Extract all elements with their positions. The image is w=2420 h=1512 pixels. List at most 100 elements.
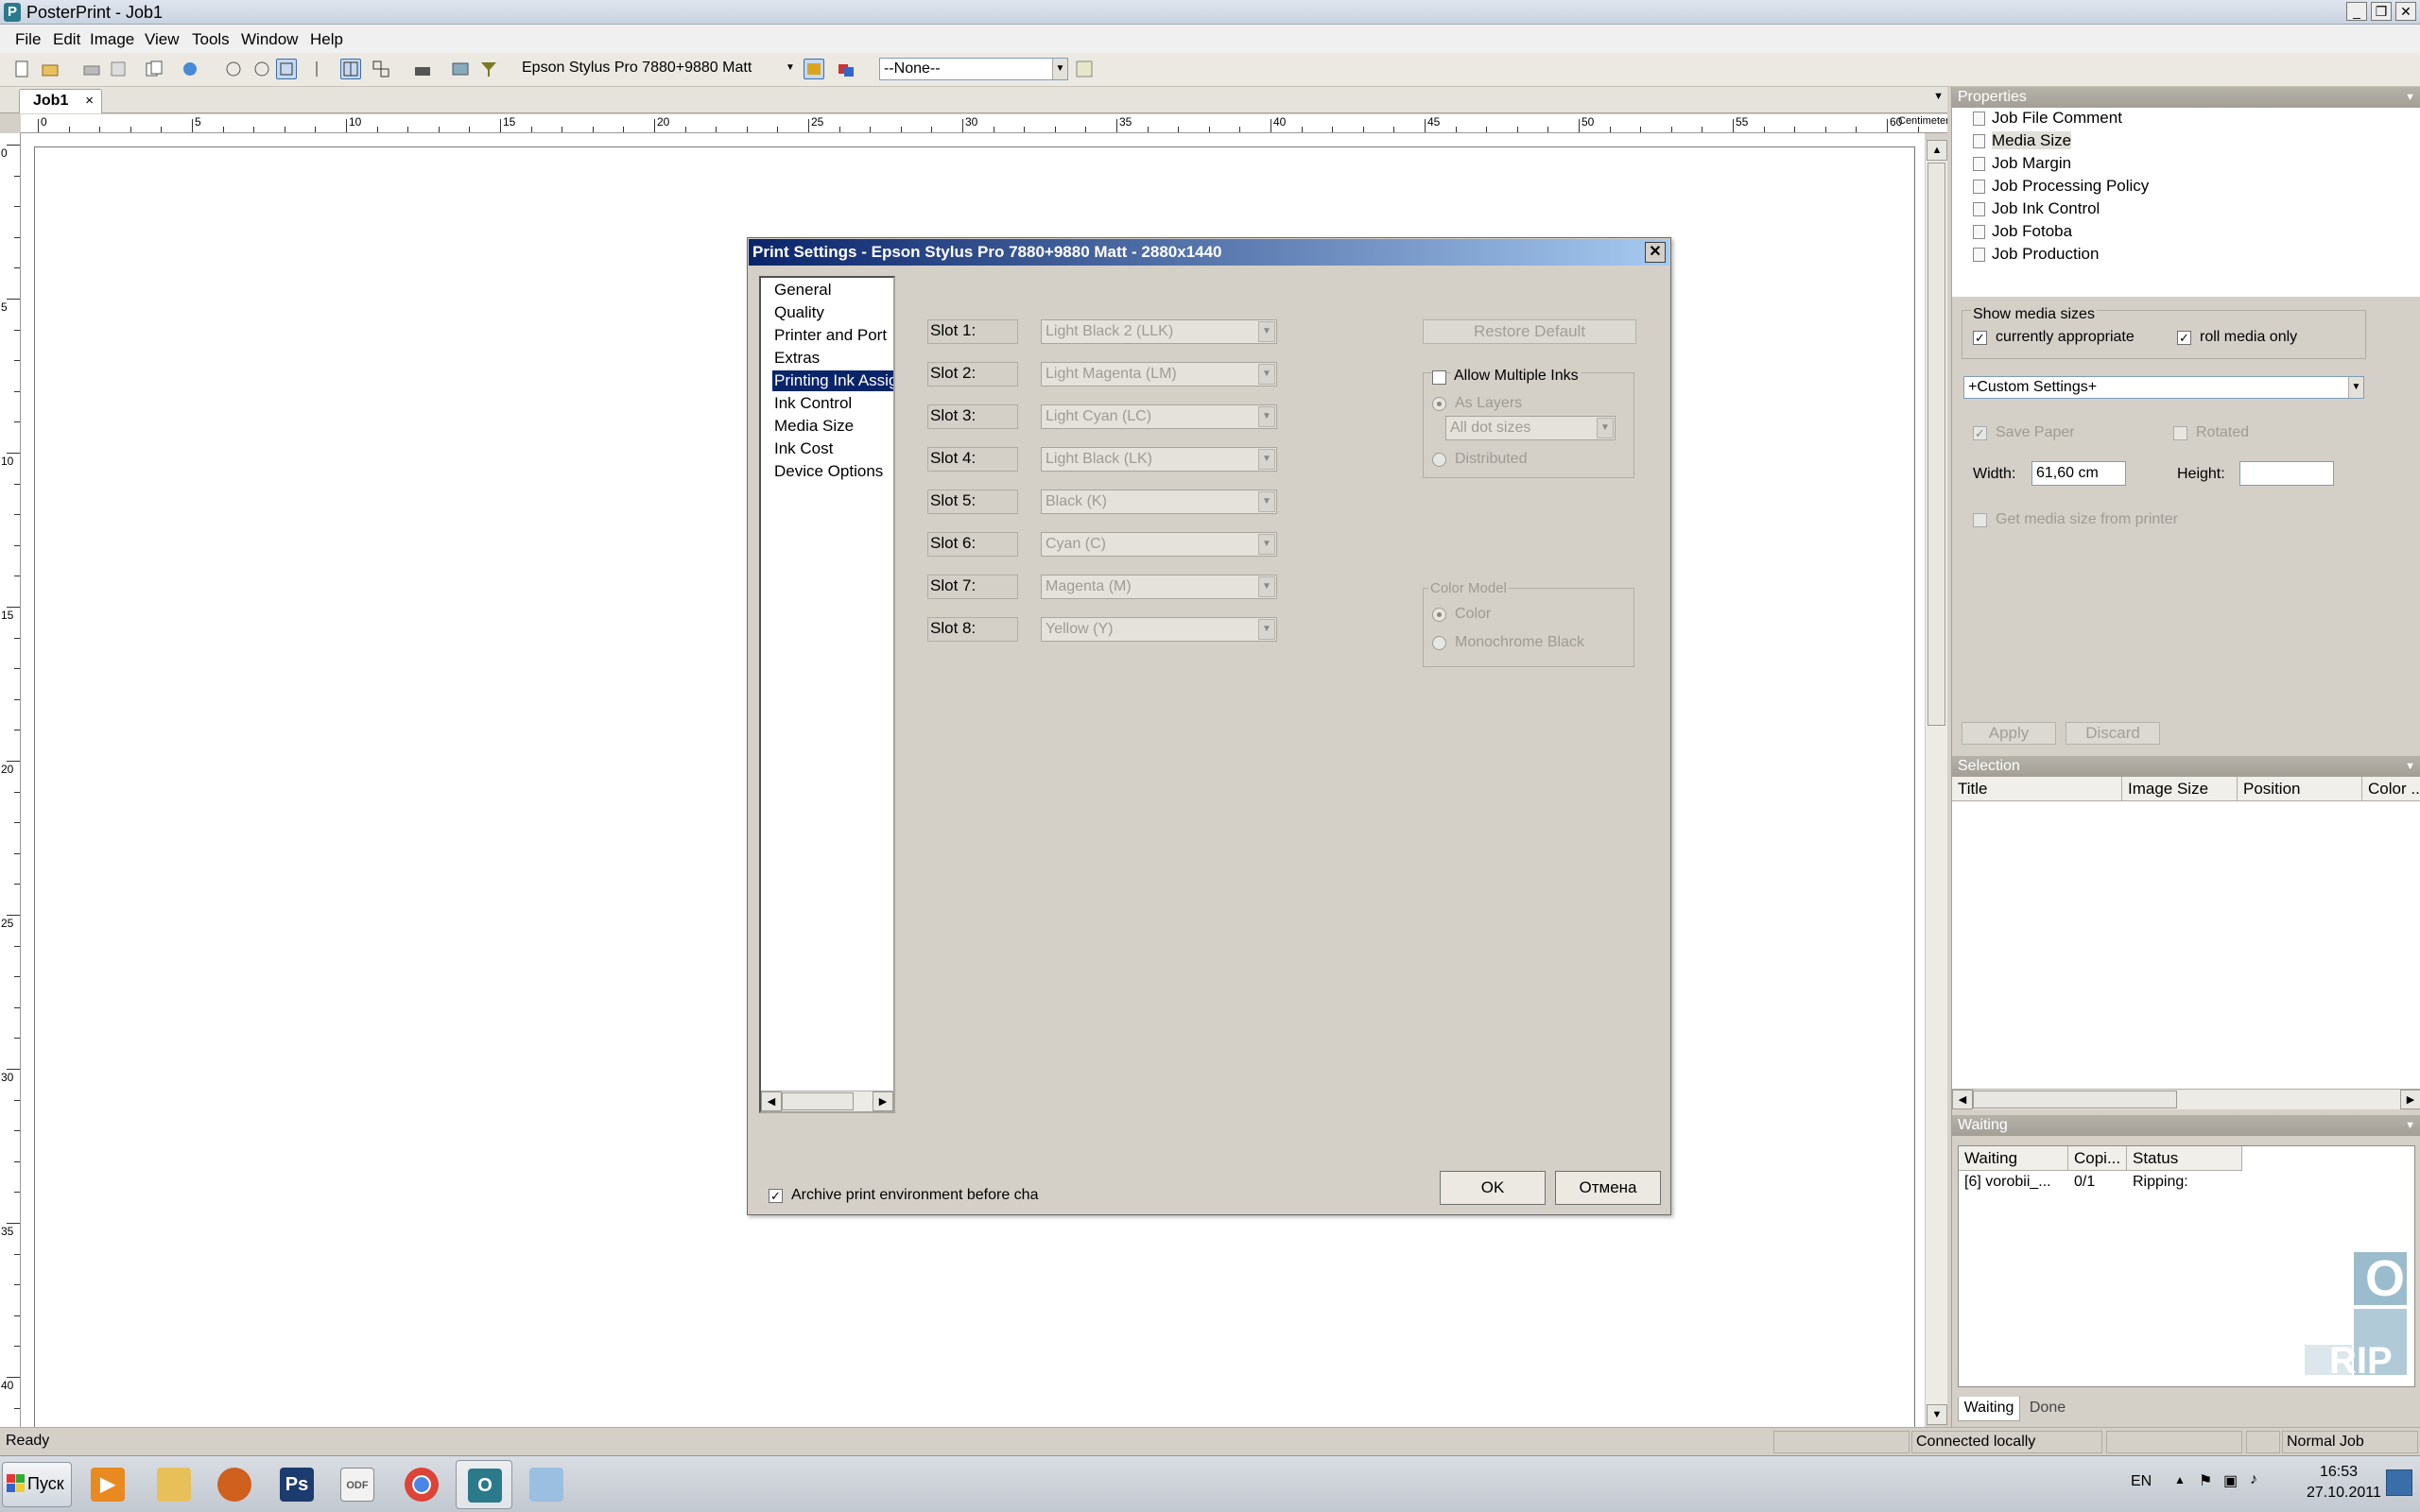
tab-job1[interactable]: Job1 × [19,89,102,113]
nav-printing-ink-assignment[interactable]: Printing Ink Assig [772,370,893,391]
scroll-left-icon[interactable]: ◀ [1952,1090,1973,1109]
start-button[interactable]: Пуск [2,1462,72,1507]
flag-icon[interactable]: ⚑ [2199,1471,2212,1490]
tab-waiting[interactable]: Waiting [1958,1397,2020,1421]
panel-menu-icon[interactable]: ▼ [2405,756,2415,777]
col-status[interactable]: Status [2127,1146,2242,1171]
currently-appropriate-checkbox[interactable]: ✓ [1973,331,1987,345]
printer-select[interactable]: Epson Stylus Pro 7880+9880 Matt ▼ [518,58,798,80]
canvas-scrollbar[interactable]: ▲ ▼ [1925,140,1947,1425]
fit-page-icon[interactable] [276,59,297,79]
menu-edit[interactable]: Edit [53,30,80,49]
cancel-button[interactable]: Отмена [1555,1171,1661,1205]
refresh-icon[interactable] [1074,59,1095,79]
minimize-button[interactable]: _ [2346,2,2367,21]
taskbar-paint[interactable] [518,1460,575,1509]
close-window-button[interactable]: ✕ [2395,2,2416,21]
grid-icon[interactable] [340,59,361,79]
taskbar-document[interactable]: ODF [329,1460,386,1509]
slot-6-select[interactable]: Cyan (C) ▼ [1041,532,1277,557]
zoom-in-icon[interactable] [223,59,244,79]
copy-icon[interactable] [144,59,164,79]
tree-item-job-file-comment[interactable]: Job File Comment [1973,108,2122,129]
volume-icon[interactable]: ♪ [2250,1471,2257,1488]
tray-expand-icon[interactable]: ▲ [2174,1473,2186,1486]
taskbar-explorer[interactable] [146,1460,202,1509]
apply-button[interactable]: Apply [1962,722,2056,745]
nav-media-size[interactable]: Media Size [772,416,856,437]
slot-1-select[interactable]: Light Black 2 (LLK) ▼ [1041,319,1277,344]
roll-media-only-checkbox[interactable]: ✓ [2177,331,2191,345]
color-radio[interactable] [1432,608,1446,622]
taskbar-media-player[interactable]: ▶ [79,1460,136,1509]
rip-icon[interactable] [804,59,824,79]
distributed-radio[interactable] [1432,453,1446,467]
tree-item-job-fotoba[interactable]: Job Fotoba [1973,221,2072,242]
slot-3-select[interactable]: Light Cyan (LC) ▼ [1041,404,1277,429]
scroll-right-icon[interactable]: ▶ [873,1091,893,1111]
profile-select[interactable]: --None-- ▼ [879,58,1068,80]
as-layers-radio[interactable] [1432,397,1446,411]
menu-help[interactable]: Help [310,30,343,49]
color-icon[interactable] [836,59,856,79]
paint-icon[interactable] [180,59,200,79]
menu-tools[interactable]: Tools [192,30,230,49]
col-image-size[interactable]: Image Size [2122,777,2238,801]
zoom-out-icon[interactable] [251,59,272,79]
media-size-select[interactable]: +Custom Settings+ ▼ [1963,376,2364,399]
nav-ink-cost[interactable]: Ink Cost [772,438,835,459]
col-waiting[interactable]: Waiting [1959,1146,2068,1171]
slot-2-select[interactable]: Light Magenta (LM) ▼ [1041,362,1277,387]
close-tab-icon[interactable]: × [85,90,94,112]
scroll-thumb[interactable] [782,1092,854,1110]
panel-menu-icon[interactable]: ▼ [2405,87,2415,108]
slot-4-select[interactable]: Light Black (LK) ▼ [1041,447,1277,472]
network-icon[interactable]: ▣ [2223,1471,2238,1490]
menu-window[interactable]: Window [241,30,298,49]
restore-button[interactable]: ❐ [2371,2,2392,21]
allow-multiple-inks-checkbox[interactable] [1432,370,1446,385]
tree-item-media-size[interactable]: Media Size [1973,130,2072,151]
menu-image[interactable]: Image [90,30,134,49]
language-indicator[interactable]: EN [2131,1473,2152,1490]
scroll-right-icon[interactable]: ▶ [2400,1090,2420,1109]
fit-height-icon[interactable] [306,59,327,79]
nav-ink-control[interactable]: Ink Control [772,393,854,414]
menu-view[interactable]: View [145,30,180,49]
print-icon[interactable] [81,59,102,79]
tree-item-job-processing-policy[interactable]: Job Processing Policy [1973,176,2149,197]
nav-printer-and-port[interactable]: Printer and Port [772,325,889,346]
monochrome-black-radio[interactable] [1432,636,1446,650]
discard-button[interactable]: Discard [2066,722,2160,745]
filter-icon[interactable] [478,59,499,79]
clock-date[interactable]: 27.10.2011 [2307,1485,2381,1502]
width-field[interactable]: 61,60 cm [2031,461,2126,486]
tree-item-job-margin[interactable]: Job Margin [1973,153,2071,174]
tree-item-job-ink-control[interactable]: Job Ink Control [1973,198,2100,219]
taskbar-posterprint[interactable]: O [456,1460,512,1509]
slot-8-select[interactable]: Yellow (Y) ▼ [1041,617,1277,642]
rotated-checkbox[interactable] [2173,426,2187,440]
col-position[interactable]: Position [2238,777,2362,801]
nav-device-options[interactable]: Device Options [772,461,885,482]
save-paper-checkbox[interactable]: ✓ [1973,426,1987,440]
tab-list-chevron-icon[interactable]: ▼ [1933,91,1944,102]
restore-default-button[interactable]: Restore Default [1423,319,1636,344]
get-media-size-checkbox[interactable] [1973,513,1987,527]
tab-done[interactable]: Done [2024,1397,2071,1421]
nav-hscroll[interactable]: ◀ ▶ [761,1091,893,1111]
menu-file[interactable]: File [15,30,41,49]
dialog-close-button[interactable]: ✕ [1645,242,1666,263]
scroll-thumb[interactable] [1927,163,1945,726]
ok-button[interactable]: OK [1440,1171,1546,1205]
nav-general[interactable]: General [772,280,833,301]
col-copies[interactable]: Copi... [2068,1146,2127,1171]
table-row[interactable]: [6] vorobii_... 0/1 Ripping: [1959,1171,2337,1195]
nav-extras[interactable]: Extras [772,348,821,369]
archive-checkbox[interactable]: ✓ [769,1189,783,1203]
slot-5-select[interactable]: Black (K) ▼ [1041,490,1277,514]
col-color[interactable]: Color ... [2362,777,2420,801]
printer-settings-icon[interactable] [412,59,433,79]
scroll-thumb[interactable] [1973,1091,2177,1108]
scroll-down-icon[interactable]: ▼ [1927,1404,1947,1425]
